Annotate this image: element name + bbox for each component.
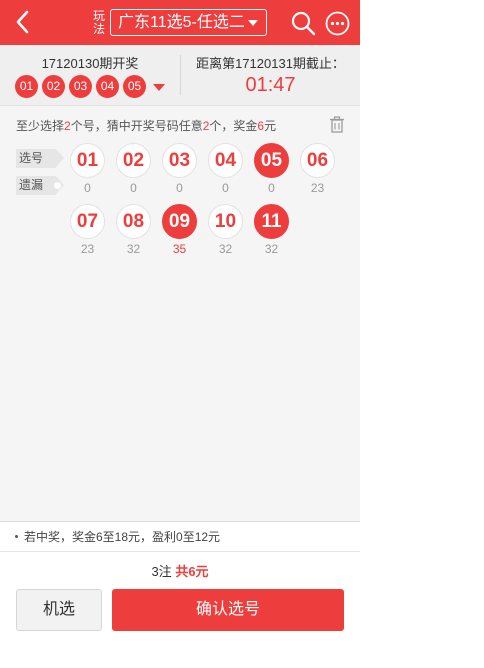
prize-info-bar: 若中奖，奖金6至18元，盈利0至12元 <box>0 521 360 552</box>
play-type-select[interactable]: 广东11选5-任选二 <box>110 9 267 36</box>
confirm-selection-button[interactable]: 确认选号 <box>112 589 344 631</box>
number-ball-11[interactable]: 11 <box>254 204 289 239</box>
bet-footer: 3注 共6元 机选 确认选号 <box>0 552 360 640</box>
number-ball-04[interactable]: 04 <box>208 143 243 178</box>
draw-ball: 03 <box>69 75 92 98</box>
number-ball-09[interactable]: 09 <box>162 204 197 239</box>
countdown-panel: 距离第17120131期截止： 01:47 <box>181 45 360 106</box>
tip-text: 至少选择 <box>16 119 65 133</box>
tip-min-count: 2 <box>64 119 71 133</box>
omit-count: 0 <box>268 181 275 195</box>
last-draw-panel[interactable]: 17120130期开奖 01 02 03 04 05 <box>0 45 180 106</box>
omit-count: 35 <box>172 242 187 256</box>
more-options-icon[interactable] <box>325 11 350 36</box>
omit-count: 0 <box>222 181 229 195</box>
search-icon[interactable] <box>290 10 316 36</box>
number-ball-05[interactable]: 05 <box>254 143 289 178</box>
play-type-value: 广东11选5-任选二 <box>118 14 245 31</box>
bet-total: 共6元 <box>175 564 209 579</box>
omit-count: 0 <box>130 181 137 195</box>
last-draw-numbers: 01 02 03 04 05 <box>15 75 150 98</box>
omit-count: 32 <box>264 242 279 256</box>
number-ball-06[interactable]: 06 <box>300 143 335 178</box>
rule-tip: 至少选择2个号，猜中开奖号码任意2个，奖金6元 <box>16 117 276 134</box>
random-pick-button[interactable]: 机选 <box>16 589 102 631</box>
pick-label: 选号 <box>16 149 64 168</box>
tip-text: 个，奖金 <box>209 119 258 133</box>
omit-count: 23 <box>80 242 95 256</box>
number-ball-07[interactable]: 07 <box>70 204 105 239</box>
omit-count: 32 <box>126 242 141 256</box>
number-ball-03[interactable]: 03 <box>162 143 197 178</box>
number-ball-01[interactable]: 01 <box>70 143 105 178</box>
expand-history-icon[interactable] <box>153 84 165 91</box>
bet-summary: 3注 共6元 <box>0 561 360 580</box>
draw-ball: 05 <box>123 75 146 98</box>
bet-count: 3注 <box>151 564 172 579</box>
trash-icon[interactable] <box>329 116 345 133</box>
app-header: 玩法 广东11选5-任选二 <box>0 0 360 45</box>
omit-toggle-dot-icon <box>54 182 61 189</box>
draw-ball: 04 <box>96 75 119 98</box>
prize-info-text: 若中奖，奖金6至18元，盈利0至12元 <box>24 530 221 544</box>
omit-label[interactable]: 遗漏 <box>16 176 64 195</box>
omit-count: 0 <box>176 181 183 195</box>
number-ball-08[interactable]: 08 <box>116 204 151 239</box>
next-issue-label: 距离第17120131期截止： <box>196 56 345 71</box>
number-ball-02[interactable]: 02 <box>116 143 151 178</box>
tip-text: 个号，猜中开奖号码任意 <box>70 119 203 133</box>
draw-ball: 01 <box>15 75 38 98</box>
period-info-bar: 17120130期开奖 01 02 03 04 05 距离第17120131期截止： 0… <box>0 45 360 106</box>
dropdown-caret-icon <box>248 20 258 26</box>
omit-count: 23 <box>310 181 325 195</box>
omit-count: 32 <box>218 242 233 256</box>
last-issue-label: 17120130期开奖 <box>41 56 139 71</box>
draw-ball: 02 <box>42 75 65 98</box>
back-arrow-icon[interactable] <box>10 9 36 35</box>
number-ball-10[interactable]: 10 <box>208 204 243 239</box>
play-type-label: 玩法 <box>92 9 105 36</box>
tip-text: 元 <box>264 119 277 133</box>
lottery-app: 玩法 广东11选5-任选二 17120130期开奖 01 02 03 04 05 距离第… <box>0 0 360 640</box>
countdown-timer: 01:47 <box>245 74 296 96</box>
bullet-icon <box>15 535 18 538</box>
omit-count: 0 <box>84 181 91 195</box>
